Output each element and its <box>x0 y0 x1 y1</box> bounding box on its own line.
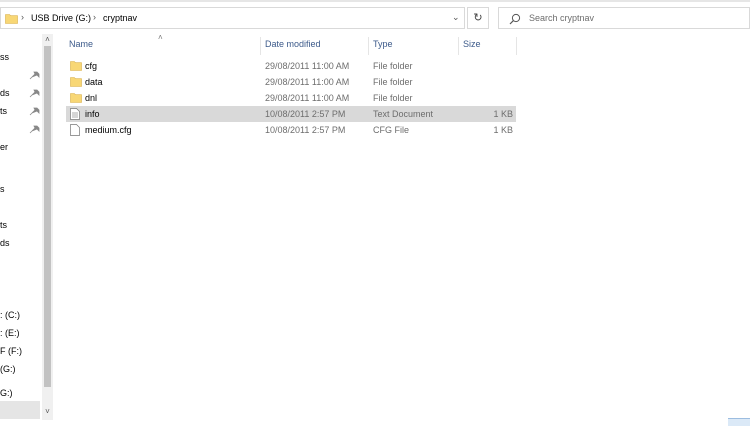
column-divider[interactable] <box>516 37 517 55</box>
nav-item-label[interactable]: ds <box>0 238 10 248</box>
nav-item-label[interactable]: ts <box>0 220 7 230</box>
column-header-size[interactable]: Size <box>463 39 481 49</box>
file-date: 29/08/2011 11:00 AM <box>265 93 350 103</box>
column-divider[interactable] <box>260 37 261 55</box>
file-name: cfg <box>85 61 98 71</box>
breadcrumb-separator: › <box>21 12 24 22</box>
file-row-medium-cfg[interactable]: medium.cfg 10/08/2011 2:57 PM CFG File 1… <box>66 122 516 138</box>
file-row-dnl[interactable]: dnl 29/08/2011 11:00 AM File folder <box>66 90 516 106</box>
file-date: 29/08/2011 11:00 AM <box>265 61 350 71</box>
file-type: File folder <box>373 77 413 87</box>
file-type: Text Document <box>373 109 434 119</box>
file-name: dnl <box>85 93 98 103</box>
pin-icon[interactable] <box>29 70 41 80</box>
scroll-down-icon[interactable]: ˅ <box>42 407 53 416</box>
chevron-down-icon[interactable]: ⌄ <box>452 12 460 23</box>
nav-item-label[interactable]: er <box>0 142 8 152</box>
nav-item-label[interactable]: ds <box>0 88 10 98</box>
nav-scrollbar[interactable]: ˄ ˅ <box>42 34 53 420</box>
column-header-type[interactable]: Type <box>373 39 393 49</box>
scrollbar-thumb[interactable] <box>44 46 51 387</box>
file-row-info[interactable]: info 10/08/2011 2:57 PM Text Document 1 … <box>66 106 516 122</box>
file-date: 10/08/2011 2:57 PM <box>265 125 346 135</box>
search-box[interactable]: Search cryptnav <box>498 7 750 29</box>
nav-item-label[interactable]: ts <box>0 106 7 116</box>
breadcrumb-separator: › <box>93 12 96 22</box>
navigation-pane: ss ds ts er s ts ds : (C:) : (E:) F (F:)… <box>0 34 42 425</box>
refresh-icon: ↻ <box>473 12 483 24</box>
nav-drive-g[interactable]: (G:) <box>0 364 16 374</box>
column-divider[interactable] <box>368 37 369 55</box>
column-header-date[interactable]: Date modified <box>265 39 321 49</box>
window-top-border <box>0 0 750 2</box>
nav-drive-c[interactable]: : (C:) <box>0 310 20 320</box>
folder-icon <box>70 77 82 87</box>
nav-item-label[interactable]: s <box>0 184 5 194</box>
file-name: data <box>85 77 103 87</box>
file-date: 10/08/2011 2:57 PM <box>265 109 346 119</box>
breadcrumb-cryptnav[interactable]: cryptnav <box>103 13 137 23</box>
column-header-name[interactable]: Name <box>69 39 93 49</box>
file-type: File folder <box>373 61 413 71</box>
file-name: info <box>85 109 100 119</box>
file-type: File folder <box>373 93 413 103</box>
scroll-up-icon[interactable]: ˄ <box>42 35 53 44</box>
nav-drive-f[interactable]: F (F:) <box>0 346 22 356</box>
pin-icon[interactable] <box>29 106 41 116</box>
column-divider[interactable] <box>458 37 459 55</box>
file-size: 1 KB <box>493 109 513 119</box>
text-document-icon <box>70 108 80 120</box>
nav-drive-e[interactable]: : (E:) <box>0 328 20 338</box>
nav-drive-g-selected[interactable]: G:) <box>0 388 13 398</box>
file-row-data[interactable]: data 29/08/2011 11:00 AM File folder <box>66 74 516 90</box>
nav-selected-highlight <box>0 401 40 419</box>
file-row-cfg[interactable]: cfg 29/08/2011 11:00 AM File folder <box>66 58 516 74</box>
folder-icon <box>5 14 18 24</box>
file-type: CFG File <box>373 125 409 135</box>
search-input[interactable]: Search cryptnav <box>529 13 594 23</box>
file-name: medium.cfg <box>85 125 132 135</box>
refresh-button[interactable]: ↻ <box>467 7 489 29</box>
file-size: 1 KB <box>493 125 513 135</box>
pin-icon[interactable] <box>29 124 41 134</box>
file-icon <box>70 124 80 136</box>
pin-icon[interactable] <box>29 88 41 98</box>
folder-icon <box>70 93 82 103</box>
nav-item-label[interactable]: ss <box>0 52 9 62</box>
search-icon <box>509 13 521 25</box>
address-bar[interactable]: › USB Drive (G:) › cryptnav ⌄ <box>0 7 465 29</box>
sort-ascending-icon: ˄ <box>158 33 163 42</box>
breadcrumb-usb-drive[interactable]: USB Drive (G:) <box>31 13 91 23</box>
file-date: 29/08/2011 11:00 AM <box>265 77 350 87</box>
folder-icon <box>70 61 82 71</box>
